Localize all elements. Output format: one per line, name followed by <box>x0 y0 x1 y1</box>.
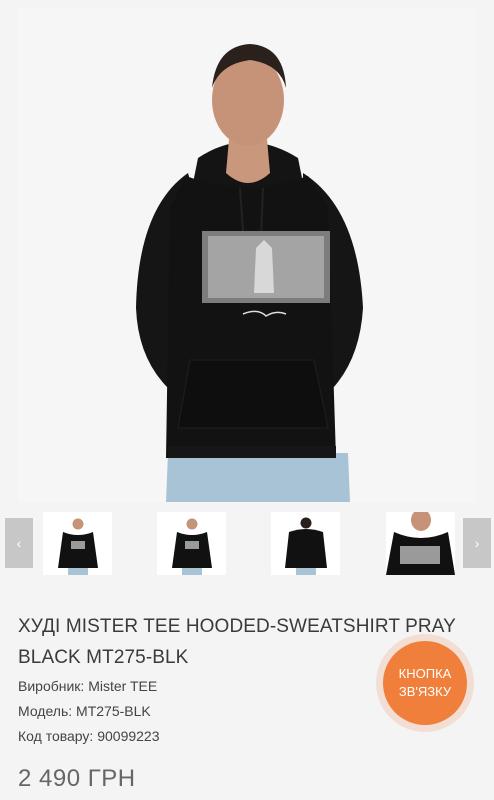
model-label: Модель: <box>18 703 73 719</box>
chevron-right-icon: › <box>474 535 480 551</box>
thumbnail-closeup-image <box>386 512 455 575</box>
thumbnail-front-image <box>43 512 112 575</box>
thumbnail-2[interactable] <box>157 512 226 575</box>
contact-button-line1: КНОПКА <box>398 666 452 681</box>
contact-button-line2: ЗВ'ЯЗКУ <box>398 684 452 699</box>
manufacturer-value: Mister TEE <box>88 678 158 694</box>
carousel-prev-button[interactable]: ‹ <box>5 518 33 568</box>
model-value: MT275-BLK <box>76 703 151 719</box>
product-code-label: Код товару: <box>18 728 94 744</box>
thumbnail-carousel: ‹ › <box>0 510 494 578</box>
thumbnail-front-alt-image <box>157 512 226 575</box>
thumbnail-1[interactable] <box>43 512 112 575</box>
thumbnail-back-image <box>271 512 340 575</box>
product-price: 2 490 ГРН <box>18 765 136 792</box>
manufacturer-label: Виробник: <box>18 678 85 694</box>
thumbnail-4[interactable] <box>386 512 455 575</box>
hoodie-model-photo <box>18 8 476 502</box>
thumbnail-3[interactable] <box>271 512 340 575</box>
chevron-left-icon: ‹ <box>16 535 22 551</box>
contact-button[interactable]: КНОПКА ЗВ'ЯЗКУ <box>383 641 467 725</box>
model-row: Модель: MT275-BLK <box>18 703 151 719</box>
product-main-image[interactable] <box>18 8 476 502</box>
contact-button-halo: КНОПКА ЗВ'ЯЗКУ <box>376 634 474 732</box>
product-code-row: Код товару: 90099223 <box>18 728 160 744</box>
product-code-value: 90099223 <box>97 728 160 744</box>
carousel-next-button[interactable]: › <box>463 518 491 568</box>
manufacturer-row: Виробник: Mister TEE <box>18 678 157 694</box>
